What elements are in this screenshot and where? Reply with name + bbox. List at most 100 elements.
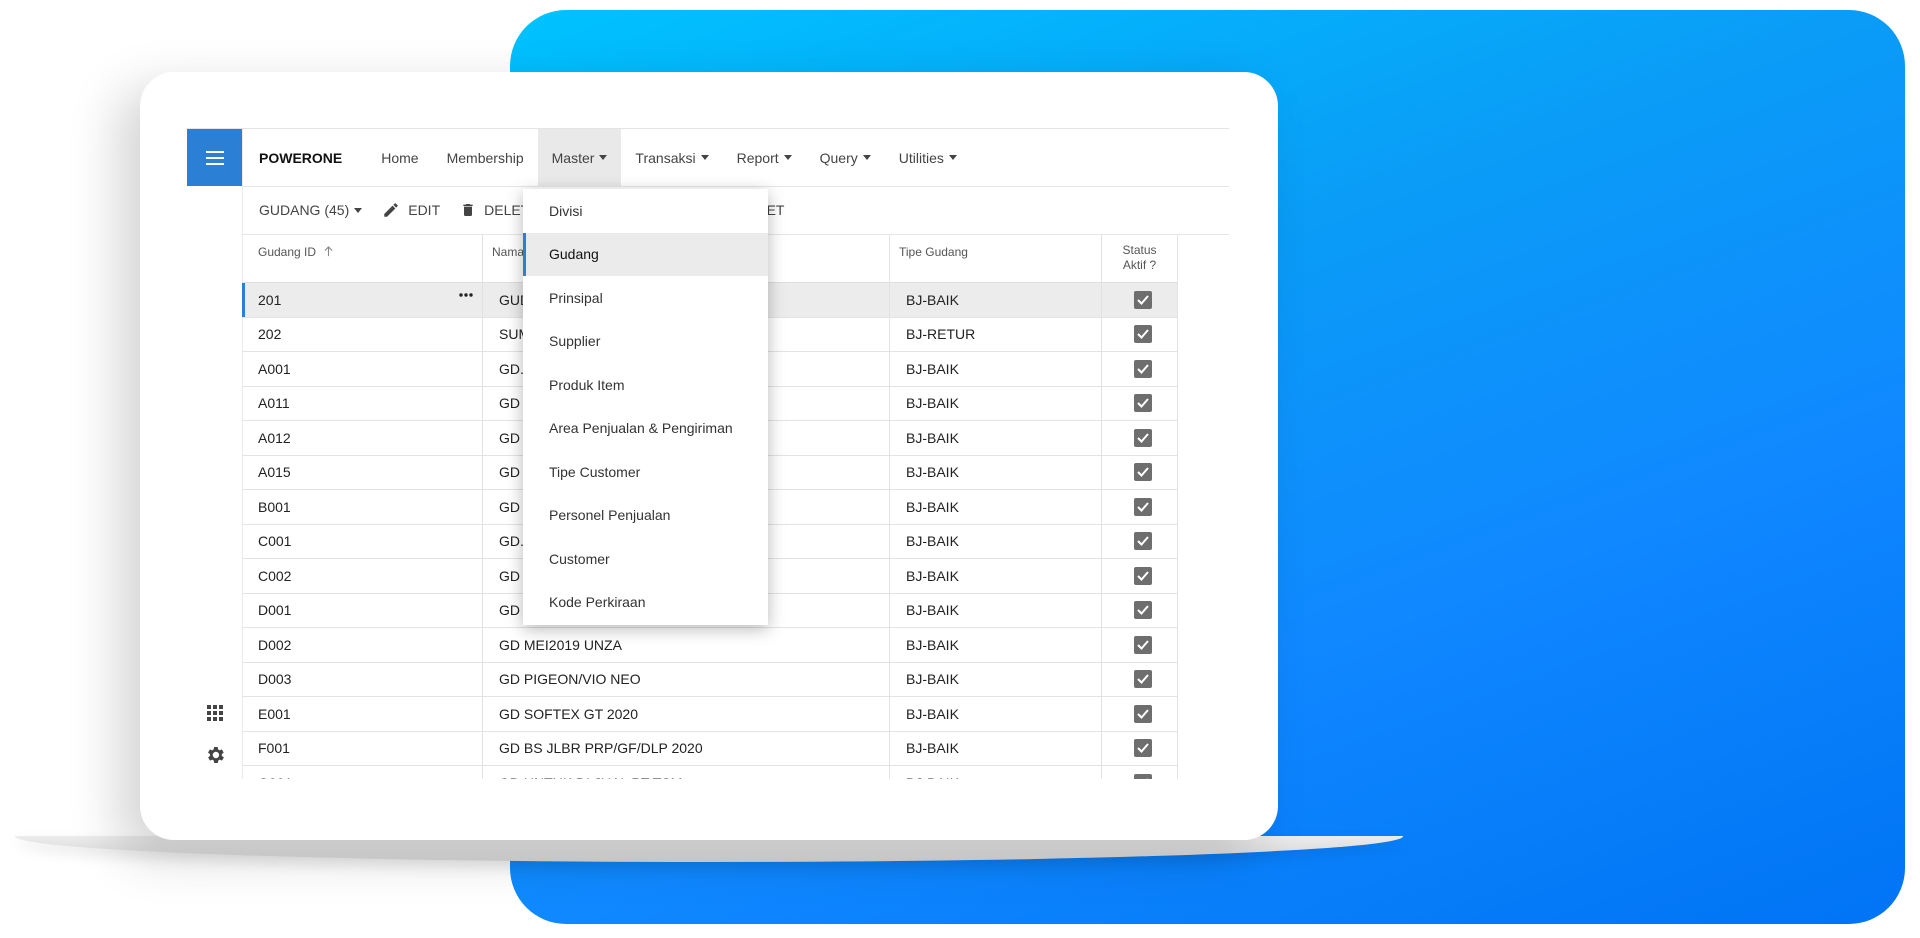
- checkbox-checked-icon[interactable]: [1134, 497, 1152, 516]
- cell-status-aktif: [1102, 559, 1178, 593]
- toolbar-hidden-action-label: ET: [766, 202, 785, 218]
- table-row[interactable]: D003 GD PIGEON/VIO NEO BJ-BAIK: [242, 662, 1178, 697]
- checkbox-checked-icon[interactable]: [1134, 601, 1152, 620]
- checkbox-checked-icon[interactable]: [1134, 635, 1152, 654]
- cell-text: GD BS JLBR PRP/GF/DLP 2020: [499, 740, 703, 757]
- menu-item-prinsipal[interactable]: Prinsipal: [523, 276, 768, 320]
- nav-master[interactable]: Master: [537, 129, 622, 186]
- cell-tipe-gudang: BJ-BAIK: [890, 352, 1102, 386]
- cell-text: BJ-BAIK: [906, 464, 959, 481]
- cell-gudang-id: G001: [242, 766, 483, 779]
- cell-status-aktif: [1102, 628, 1178, 662]
- toolbar-hidden-action[interactable]: ET: [767, 202, 785, 218]
- checkbox-checked-icon[interactable]: [1134, 463, 1152, 482]
- checkbox-checked-icon[interactable]: [1134, 290, 1152, 309]
- nav-membership[interactable]: Membership: [433, 129, 538, 186]
- checkbox-checked-icon[interactable]: [1134, 566, 1152, 585]
- cell-nama-gudang: GD SOFTEX GT 2020: [483, 697, 890, 731]
- nav-query-label: Query: [819, 149, 858, 166]
- checkbox-checked-icon[interactable]: [1134, 394, 1152, 413]
- cell-text: C001: [258, 533, 292, 550]
- caret-down-icon: [599, 155, 608, 160]
- column-header-status[interactable]: Status Aktif ?: [1102, 235, 1178, 282]
- checkbox-checked-icon[interactable]: [1134, 325, 1152, 344]
- arrow-up-icon: [324, 246, 333, 257]
- checkbox-checked-icon[interactable]: [1134, 670, 1152, 689]
- cell-text: D001: [258, 602, 292, 619]
- more-horizontal-icon[interactable]: [459, 293, 473, 297]
- cell-gudang-id: B001: [242, 490, 483, 524]
- cell-text: BJ-BAIK: [906, 602, 959, 619]
- menu-item-gudang[interactable]: Gudang: [523, 232, 768, 276]
- cell-status-aktif: [1102, 490, 1178, 524]
- menu-item-kode-perkiraan[interactable]: Kode Perkiraan: [523, 581, 768, 625]
- cell-tipe-gudang: BJ-BAIK: [890, 490, 1102, 524]
- caret-down-icon: [354, 207, 363, 213]
- column-header-gudang-id[interactable]: Gudang ID: [242, 235, 483, 282]
- cell-text: GD MEI2019 UNZA: [499, 636, 622, 653]
- nav-report[interactable]: Report: [723, 129, 806, 186]
- checkbox-checked-icon[interactable]: [1134, 359, 1152, 378]
- cell-gudang-id: D002: [242, 628, 483, 662]
- cell-text: C002: [258, 567, 292, 584]
- left-rail: [187, 129, 243, 779]
- view-selector[interactable]: GUDANG (45): [259, 202, 363, 218]
- cell-text: BJ-BAIK: [906, 533, 959, 550]
- menu-item-supplier[interactable]: Supplier: [523, 320, 768, 364]
- column-header-label: Gudang ID: [258, 245, 317, 259]
- gear-icon: [207, 746, 224, 763]
- cell-tipe-gudang: BJ-RETUR: [890, 317, 1102, 351]
- cell-nama-gudang: GD BS JLBR PRP/GF/DLP 2020: [483, 731, 890, 765]
- cell-gudang-id: A012: [242, 421, 483, 455]
- column-header-tipe[interactable]: Tipe Gudang: [890, 235, 1102, 282]
- nav-transaksi[interactable]: Transaksi: [621, 129, 722, 186]
- menu-item-area-penjualan-pengiriman[interactable]: Area Penjualan & Pengiriman: [523, 407, 768, 451]
- cell-text: BJ-BAIK: [906, 429, 959, 446]
- menu-item-divisi[interactable]: Divisi: [523, 189, 768, 233]
- menu-icon: [205, 150, 224, 165]
- cell-tipe-gudang: BJ-BAIK: [890, 766, 1102, 779]
- cell-text: BJ-BAIK: [906, 395, 959, 412]
- nav-home[interactable]: Home: [367, 129, 432, 186]
- cell-gudang-id: C002: [242, 559, 483, 593]
- checkbox-checked-icon[interactable]: [1134, 773, 1152, 779]
- menu-item-customer[interactable]: Customer: [523, 537, 768, 581]
- nav-master-label: Master: [551, 149, 595, 166]
- table-row[interactable]: D002 GD MEI2019 UNZA BJ-BAIK: [242, 628, 1178, 663]
- nav-utilities[interactable]: Utilities: [885, 129, 971, 186]
- cell-text: BJ-BAIK: [906, 671, 959, 688]
- menu-item-personel-penjualan[interactable]: Personel Penjualan: [523, 494, 768, 538]
- cell-status-aktif: [1102, 524, 1178, 558]
- cell-status-aktif: [1102, 317, 1178, 351]
- cell-text: D003: [258, 671, 292, 688]
- caret-down-icon: [862, 155, 871, 160]
- table-row[interactable]: E001 GD SOFTEX GT 2020 BJ-BAIK: [242, 697, 1178, 732]
- table-row[interactable]: G001 GD UNTUK DI JUAL PT TSM BJ-BAIK: [242, 766, 1178, 779]
- cell-text: D002: [258, 636, 292, 653]
- checkbox-checked-icon[interactable]: [1134, 704, 1152, 723]
- table-row[interactable]: F001 GD BS JLBR PRP/GF/DLP 2020 BJ-BAIK: [242, 731, 1178, 766]
- cell-status-aktif: [1102, 386, 1178, 420]
- nav-query[interactable]: Query: [806, 129, 885, 186]
- checkbox-checked-icon[interactable]: [1134, 428, 1152, 447]
- cell-gudang-id: 202: [242, 317, 483, 351]
- brand-logo-text: POWERONE: [259, 149, 343, 166]
- cell-gudang-id: D003: [242, 662, 483, 696]
- cell-status-aktif: [1102, 697, 1178, 731]
- apps-button[interactable]: [201, 699, 228, 726]
- cell-text: A011: [258, 395, 290, 412]
- checkbox-checked-icon[interactable]: [1134, 532, 1152, 551]
- hamburger-button[interactable]: [187, 129, 242, 186]
- menu-item-tipe-customer[interactable]: Tipe Customer: [523, 450, 768, 494]
- edit-button[interactable]: EDIT: [382, 201, 440, 219]
- checkbox-checked-icon[interactable]: [1134, 739, 1152, 758]
- cell-gudang-id: 201: [242, 283, 483, 317]
- cell-gudang-id: A001: [242, 352, 483, 386]
- menu-item-produk-item[interactable]: Produk Item: [523, 363, 768, 407]
- cell-tipe-gudang: BJ-BAIK: [890, 283, 1102, 317]
- settings-button[interactable]: [201, 741, 228, 768]
- cell-text: 202: [258, 326, 282, 343]
- cell-tipe-gudang: BJ-BAIK: [890, 593, 1102, 627]
- cell-text: BJ-BAIK: [906, 636, 959, 653]
- cell-status-aktif: [1102, 662, 1178, 696]
